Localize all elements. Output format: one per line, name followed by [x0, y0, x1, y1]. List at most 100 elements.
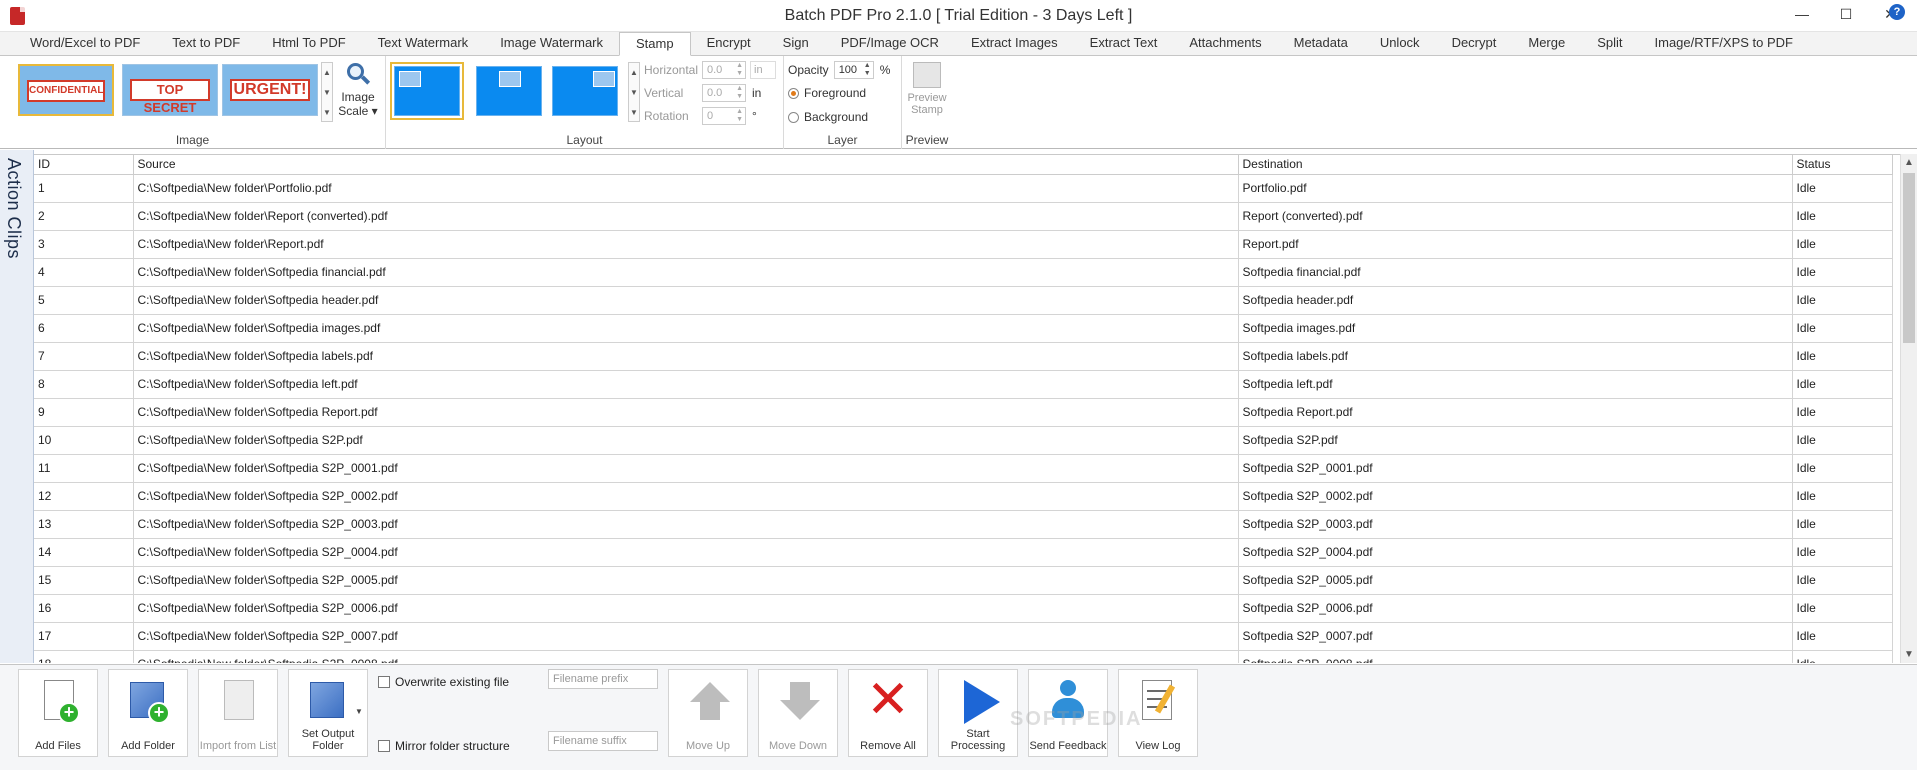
horizontal-spinner[interactable]: 0.0 ▲ ▼: [702, 61, 746, 79]
opacity-spinner[interactable]: 100 ▲ ▼: [833, 61, 874, 79]
tab-html-to-pdf[interactable]: Html To PDF: [256, 32, 361, 55]
image-scale-button[interactable]: Image Scale ▾: [338, 62, 378, 118]
filename-suffix-input[interactable]: Filename suffix: [548, 731, 658, 751]
action-clips-panel[interactable]: Action Clips: [0, 150, 34, 663]
tab-extract-text[interactable]: Extract Text: [1074, 32, 1174, 55]
tab-merge[interactable]: Merge: [1512, 32, 1581, 55]
tab-split[interactable]: Split: [1581, 32, 1638, 55]
table-row[interactable]: 18C:\Softpedia\New folder\Softpedia S2P_…: [34, 650, 1893, 663]
preview-stamp-button[interactable]: Preview Stamp: [906, 62, 948, 116]
tab-stamp[interactable]: Stamp: [619, 32, 691, 56]
stamp-gallery-scroll[interactable]: ▲ ▼ ▼: [321, 62, 333, 122]
table-row[interactable]: 13 C:\Softpedia\New folder\Softpedia S2P_…: [34, 510, 1893, 539]
table-row[interactable]: 9 C:\Softpedia\New folder\Softpedia Repor…: [34, 398, 1893, 427]
cell-id: 1: [34, 174, 134, 203]
table-row[interactable]: 16 C:\Softpedia\New folder\Softpedia S2P_…: [34, 594, 1893, 623]
filename-prefix-input[interactable]: Filename prefix: [548, 669, 658, 689]
scroll-thumb[interactable]: [1903, 173, 1915, 343]
background-radio[interactable]: Background: [788, 110, 868, 124]
help-icon[interactable]: ?: [1889, 4, 1905, 20]
table-row[interactable]: 4 C:\Softpedia\New folder\Softpedia finan…: [34, 258, 1893, 287]
add-folder-button[interactable]: + Add Folder: [108, 669, 188, 757]
column-header-destination[interactable]: Destination: [1238, 155, 1793, 175]
table-row[interactable]: 11 C:\Softpedia\New folder\Softpedia S2P_…: [34, 454, 1893, 483]
tab-text-watermark[interactable]: Text Watermark: [362, 32, 485, 55]
table-row[interactable]: 2 C:\Softpedia\New folder\Report (convert…: [34, 202, 1893, 231]
tab-sign[interactable]: Sign: [767, 32, 825, 55]
scroll-down-icon[interactable]: ▼: [1901, 646, 1917, 663]
table-row[interactable]: 17 C:\Softpedia\New folder\Softpedia S2P_…: [34, 622, 1893, 651]
table-row[interactable]: 3 C:\Softpedia\New folder\Report.pdf Repor…: [34, 230, 1893, 259]
maximize-button[interactable]: ☐: [1825, 2, 1867, 28]
radio-dot[interactable]: [788, 87, 799, 99]
layout-top-right[interactable]: [552, 66, 618, 116]
group-label: Image: [175, 133, 210, 147]
spinner-arrows-icon[interactable]: ▲ ▼: [736, 108, 743, 124]
minimize-button[interactable]: —: [1781, 2, 1823, 28]
rotation-spinner[interactable]: 0 ▲ ▼: [702, 107, 746, 125]
tab-unlock[interactable]: Unlock: [1364, 32, 1436, 55]
remove-all-button[interactable]: ✕ Remove All: [848, 669, 928, 757]
table-scrollbar[interactable]: ▲ ▼: [1900, 154, 1917, 663]
radio-dot[interactable]: [788, 111, 799, 123]
foreground-radio[interactable]: Foreground: [788, 86, 866, 100]
column-header-id[interactable]: ID: [34, 155, 134, 175]
tab-image-watermark[interactable]: Image Watermark: [484, 32, 619, 55]
spinner-arrows-icon[interactable]: ▲ ▼: [736, 62, 743, 78]
stamp-urgent[interactable]: URGENT!: [222, 64, 318, 116]
spinner-arrows-icon[interactable]: ▲ ▼: [864, 62, 871, 78]
table-row[interactable]: 14 C:\Softpedia\New folder\Softpedia S2P_…: [34, 538, 1893, 567]
expand-gallery-icon[interactable]: ▼: [629, 103, 639, 123]
tab-attachments[interactable]: Attachments: [1173, 32, 1277, 55]
vertical-spinner[interactable]: 0.0 ▲ ▼: [702, 84, 746, 102]
tab-text-to-pdf[interactable]: Text to PDF: [156, 32, 256, 55]
table-row[interactable]: 10 C:\Softpedia\New folder\Softpedia S2P.…: [34, 426, 1893, 455]
move-down-button[interactable]: Move Down: [758, 669, 838, 757]
tab-decrypt[interactable]: Decrypt: [1436, 32, 1513, 55]
add-files-button[interactable]: + Add Files: [18, 669, 98, 757]
chevron-down-icon[interactable]: ▼: [629, 83, 639, 103]
column-header-status[interactable]: Status: [1792, 155, 1893, 175]
tab-image-rtf-xps-to-pdf[interactable]: Image/RTF/XPS to PDF: [1639, 32, 1809, 55]
stamp-confidential[interactable]: CONFIDENTIAL: [18, 64, 114, 116]
image-icon: [399, 71, 421, 87]
table-row[interactable]: 1 C:\Softpedia\New folder\Portfolio.pdf Po…: [34, 174, 1893, 203]
cell-source: C:\Softpedia\New folder\Softpedia header…: [133, 286, 1239, 315]
table-row[interactable]: 15 C:\Softpedia\New folder\Softpedia S2P_…: [34, 566, 1893, 595]
import-from-list-button[interactable]: Import from List: [198, 669, 278, 757]
layout-top-center[interactable]: [476, 66, 542, 116]
checkbox-box[interactable]: [378, 676, 390, 688]
spinner-arrows-icon[interactable]: ▲ ▼: [736, 85, 743, 101]
layout-gallery-scroll[interactable]: ▲ ▼ ▼: [628, 62, 640, 122]
checkbox-box[interactable]: [378, 740, 390, 752]
table-row[interactable]: 8 C:\Softpedia\New folder\Softpedia left.…: [34, 370, 1893, 399]
table-row[interactable]: 12 C:\Softpedia\New folder\Softpedia S2P_…: [34, 482, 1893, 511]
tab-pdf-image-ocr[interactable]: PDF/Image OCR: [825, 32, 955, 55]
output-folder-dropdown-icon[interactable]: ▼: [355, 707, 363, 716]
start-processing-button[interactable]: Start Processing: [938, 669, 1018, 757]
chevron-up-icon[interactable]: ▲: [629, 63, 639, 83]
overwrite-checkbox[interactable]: Overwrite existing file: [378, 675, 509, 689]
column-header-source[interactable]: Source: [133, 155, 1239, 175]
stamp-top-secret[interactable]: TOP SECRET: [122, 64, 218, 116]
scroll-up-icon[interactable]: ▲: [1901, 154, 1917, 171]
layout-top-left[interactable]: [390, 62, 464, 120]
tab-metadata[interactable]: Metadata: [1278, 32, 1364, 55]
tab-encrypt[interactable]: Encrypt: [691, 32, 767, 55]
cell-status: Idle: [1792, 342, 1893, 371]
cell-status: Idle: [1792, 566, 1893, 595]
table-row[interactable]: 6 C:\Softpedia\New folder\Softpedia image…: [34, 314, 1893, 343]
mirror-folder-checkbox[interactable]: Mirror folder structure: [378, 739, 510, 753]
table-row[interactable]: 7 C:\Softpedia\New folder\Softpedia label…: [34, 342, 1893, 371]
cell-destination: Softpedia S2P_0004.pdf: [1238, 538, 1793, 567]
chevron-down-icon[interactable]: ▼: [322, 83, 332, 103]
move-up-button[interactable]: Move Up: [668, 669, 748, 757]
expand-gallery-icon[interactable]: ▼: [322, 103, 332, 123]
chevron-up-icon[interactable]: ▲: [322, 63, 332, 83]
view-log-label: View Log: [1135, 740, 1181, 752]
cell-status: Idle: [1792, 510, 1893, 539]
horizontal-unit-select[interactable]: in: [750, 61, 776, 79]
table-row[interactable]: 5 C:\Softpedia\New folder\Softpedia heade…: [34, 286, 1893, 315]
tab-extract-images[interactable]: Extract Images: [955, 32, 1074, 55]
tab-word-excel-to-pdf[interactable]: Word/Excel to PDF: [14, 32, 156, 55]
